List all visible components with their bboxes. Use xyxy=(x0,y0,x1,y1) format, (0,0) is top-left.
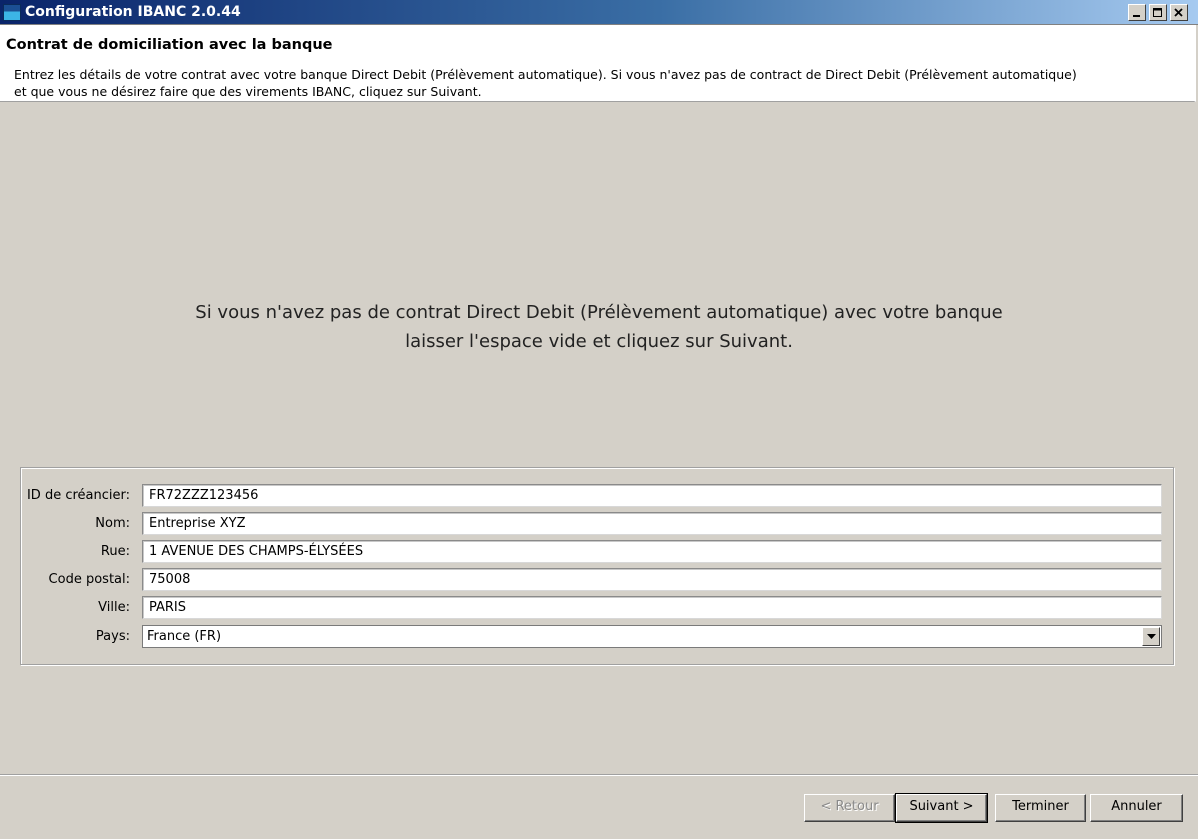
wizard-header: Contrat de domiciliation avec la banque … xyxy=(0,25,1196,102)
dropdown-button[interactable] xyxy=(1142,627,1160,646)
city-label: Ville: xyxy=(98,600,130,615)
chevron-down-icon xyxy=(1146,633,1156,639)
country-select[interactable]: France (FR) xyxy=(142,625,1162,648)
creditor-id-field[interactable]: FR72ZZZ123456 xyxy=(142,484,1162,507)
form-row-postal-code: Code postal: 75008 xyxy=(21,568,1175,592)
cancel-button[interactable]: Annuler xyxy=(1090,794,1183,822)
form-row-city: Ville: PARIS xyxy=(21,596,1175,620)
title-bar[interactable]: Configuration IBANC 2.0.44 xyxy=(0,0,1198,25)
footer-separator xyxy=(0,774,1198,776)
back-button[interactable]: < Retour xyxy=(804,794,895,822)
info-message: Si vous n'avez pas de contrat Direct Deb… xyxy=(0,298,1198,356)
close-button[interactable] xyxy=(1170,4,1188,21)
form-row-name: Nom: Entreprise XYZ xyxy=(21,512,1175,536)
postal-code-field[interactable]: 75008 xyxy=(142,568,1162,591)
creditor-id-label: ID de créancier: xyxy=(26,488,130,503)
name-label: Nom: xyxy=(95,516,130,531)
finish-button[interactable]: Terminer xyxy=(995,794,1086,822)
close-icon xyxy=(1174,7,1183,17)
street-field[interactable]: 1 AVENUE DES CHAMPS-ÉLYSÉES xyxy=(142,540,1162,563)
form-row-street: Rue: 1 AVENUE DES CHAMPS-ÉLYSÉES xyxy=(21,540,1175,564)
city-field[interactable]: PARIS xyxy=(142,596,1162,619)
contract-form: ID de créancier: FR72ZZZ123456 Nom: Entr… xyxy=(20,467,1174,665)
street-label: Rue: xyxy=(100,544,130,559)
info-line-1: Si vous n'avez pas de contrat Direct Deb… xyxy=(195,302,1003,323)
minimize-icon xyxy=(1133,14,1140,17)
app-icon[interactable] xyxy=(3,4,21,21)
form-row-creditor-id: ID de créancier: FR72ZZZ123456 xyxy=(21,484,1175,508)
page-title: Contrat de domiciliation avec la banque xyxy=(6,37,333,53)
form-row-country: Pays: France (FR) xyxy=(21,625,1175,649)
info-line-2: laisser l'espace vide et cliquez sur Sui… xyxy=(405,331,793,352)
next-button[interactable]: Suivant > xyxy=(895,793,988,823)
maximize-button[interactable] xyxy=(1149,4,1167,21)
window-title: Configuration IBANC 2.0.44 xyxy=(25,4,241,20)
minimize-button[interactable] xyxy=(1128,4,1146,21)
name-field[interactable]: Entreprise XYZ xyxy=(142,512,1162,535)
country-selected-value: France (FR) xyxy=(147,629,222,644)
postal-code-label: Code postal: xyxy=(48,572,130,587)
page-description: Entrez les détails de votre contrat avec… xyxy=(14,67,1077,99)
country-label: Pays: xyxy=(95,629,130,644)
maximize-icon xyxy=(1153,7,1162,17)
